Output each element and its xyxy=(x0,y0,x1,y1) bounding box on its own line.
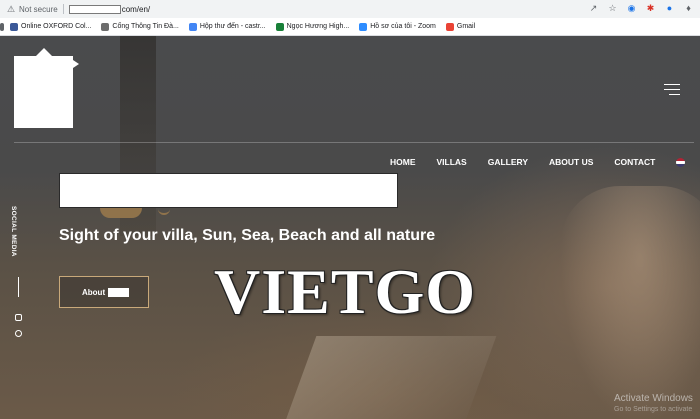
nav-home[interactable]: HOME xyxy=(390,157,416,167)
browser-toolbar: ↗ ☆ ◉ ✱ ● ♦ xyxy=(588,3,694,14)
nav-villas[interactable]: VILLAS xyxy=(437,157,467,167)
nav-contact[interactable]: CONTACT xyxy=(614,157,655,167)
about-button-label: About xyxy=(82,287,106,297)
bookmark-oxford[interactable]: Online OXFORD Col... xyxy=(10,22,92,31)
zoom-icon xyxy=(359,22,368,31)
bookmark-inbox[interactable]: Hộp thư đến - castr... xyxy=(188,22,266,31)
title-decoration-small xyxy=(158,208,170,215)
social-divider xyxy=(18,277,19,297)
portal-icon xyxy=(101,22,110,31)
bookmark-gmail[interactable]: Gmail xyxy=(445,22,476,31)
social-media-label: SOCIAL MEDIA xyxy=(10,206,17,257)
logo-flag-shape xyxy=(73,60,79,68)
hero-section: HOME VILLAS GALLERY ABOUT US CONTACT SOC… xyxy=(0,36,700,419)
main-nav: HOME VILLAS GALLERY ABOUT US CONTACT xyxy=(390,157,686,167)
title-decoration xyxy=(100,208,142,218)
oxford-icon xyxy=(10,22,18,31)
bookmark-portal[interactable]: Cổng Thông Tin Đà... xyxy=(101,22,179,31)
hero-book-image xyxy=(283,336,497,419)
nav-about-us[interactable]: ABOUT US xyxy=(549,157,593,167)
address-bar[interactable]: ⚠ Not secure com/en/ ↗ ☆ ◉ ✱ ● ♦ xyxy=(0,0,700,18)
whatsapp-icon[interactable] xyxy=(15,330,22,337)
logo-peak-shape xyxy=(36,48,52,56)
bookmarks-bar: Online OXFORD Col... Cổng Thông Tin Đà..… xyxy=(0,18,700,36)
url-separator xyxy=(62,4,64,14)
bookmark-label: Ngọc Hương High... xyxy=(286,23,350,30)
security-status: Not secure xyxy=(19,4,58,14)
windows-activation-subtitle: Go to Settings to activate xyxy=(614,406,693,413)
bookmark-highschool[interactable]: Ngọc Hương High... xyxy=(275,22,350,31)
hero-title-redacted xyxy=(59,173,398,208)
instagram-icon[interactable] xyxy=(15,314,22,321)
bookmark-label: Hồ sơ của tôi - Zoom xyxy=(370,23,436,30)
us-flag-icon[interactable] xyxy=(676,157,686,167)
profile-extension-icon[interactable]: ● xyxy=(664,3,675,14)
hero-subtitle: Sight of your villa, Sun, Sea, Beach and… xyxy=(59,227,436,244)
nav-gallery[interactable]: GALLERY xyxy=(488,157,528,167)
vietgo-watermark: VIETGO xyxy=(214,256,477,327)
gmail-icon xyxy=(445,22,454,31)
bookmark-label: Online OXFORD Col... xyxy=(21,23,92,30)
url-path: com/en/ xyxy=(121,4,151,14)
bookmark-label: Gmail xyxy=(456,23,476,30)
bookmark-zoom[interactable]: Hồ sơ của tôi - Zoom xyxy=(359,22,436,31)
star-icon[interactable]: ☆ xyxy=(607,3,618,14)
sheets-icon xyxy=(275,22,284,31)
windows-activation-title: Activate Windows xyxy=(614,393,693,404)
bookmark-label: Cổng Thông Tin Đà... xyxy=(112,23,179,30)
url-redacted xyxy=(68,4,121,14)
hero-person-image xyxy=(560,186,700,419)
translate-icon[interactable]: ◉ xyxy=(626,3,637,14)
google-icon xyxy=(188,22,197,31)
header-divider xyxy=(14,142,694,143)
bookmark-overflow-icon[interactable] xyxy=(0,22,4,31)
extension-icon[interactable]: ✱ xyxy=(645,3,656,14)
puzzle-icon[interactable]: ♦ xyxy=(683,3,694,14)
hamburger-menu-icon[interactable] xyxy=(664,84,680,96)
about-button[interactable]: About xyxy=(59,276,149,308)
warning-icon: ⚠ xyxy=(6,3,16,14)
bookmark-label: Hộp thư đến - castr... xyxy=(199,23,266,30)
site-logo-redacted[interactable] xyxy=(14,56,73,128)
share-icon[interactable]: ↗ xyxy=(588,3,599,14)
about-name-redacted xyxy=(108,287,130,297)
